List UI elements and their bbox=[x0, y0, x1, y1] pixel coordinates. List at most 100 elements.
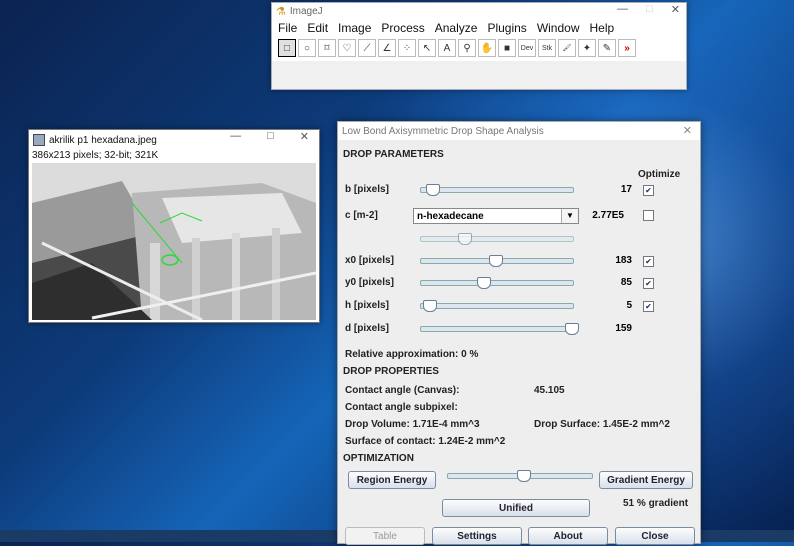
dialog-titlebar: Low Bond Axisymmetric Drop Shape Analysi… bbox=[338, 122, 700, 140]
relative-approximation: Relative approximation: 0 % bbox=[345, 349, 479, 360]
image-info: 386x213 pixels; 32-bit; 321K bbox=[32, 150, 159, 161]
menu-window[interactable]: Window bbox=[537, 21, 580, 35]
y0-optimize-checkbox[interactable]: ✔ bbox=[643, 278, 654, 289]
c-value: 2.77E5 bbox=[592, 210, 624, 221]
d-label: d [pixels] bbox=[345, 323, 389, 334]
y0-value: 85 bbox=[620, 277, 632, 288]
settings-button[interactable]: Settings bbox=[432, 527, 522, 545]
maximize-icon[interactable]: □ bbox=[267, 130, 274, 143]
hand-tool-icon[interactable]: ✋ bbox=[478, 39, 496, 57]
maximize-icon[interactable]: □ bbox=[646, 3, 653, 16]
dev-menu-icon[interactable]: Dev bbox=[518, 39, 536, 57]
point-tool-icon[interactable]: ⁘ bbox=[398, 39, 416, 57]
freehand-tool-icon[interactable]: ♡ bbox=[338, 39, 356, 57]
b-value: 17 bbox=[620, 184, 632, 195]
contact-angle-label: Contact angle (Canvas): bbox=[345, 385, 460, 396]
imagej-window: ⚗ ImageJ — □ ✕ File Edit Image Process A… bbox=[271, 2, 687, 90]
drop-image-canvas[interactable] bbox=[32, 163, 316, 320]
image-window-title: akrilik p1 hexadana.jpeg bbox=[49, 134, 157, 146]
image-file-icon bbox=[33, 134, 45, 146]
close-icon[interactable]: ✕ bbox=[683, 124, 692, 137]
contact-angle-subpixel: Contact angle subpixel: bbox=[345, 402, 458, 413]
imagej-statusbar bbox=[272, 61, 686, 85]
menu-analyze[interactable]: Analyze bbox=[435, 21, 478, 35]
drop-parameters-heading: DROP PARAMETERS bbox=[343, 149, 444, 160]
menu-edit[interactable]: Edit bbox=[307, 21, 328, 35]
more-tools-icon[interactable]: » bbox=[618, 39, 636, 57]
c-slider-track[interactable] bbox=[420, 236, 574, 242]
h-optimize-checkbox[interactable]: ✔ bbox=[643, 301, 654, 312]
h-value: 5 bbox=[626, 300, 632, 311]
drop-photo bbox=[32, 163, 316, 320]
drop-surface: Drop Surface: 1.45E-2 mm^2 bbox=[534, 419, 670, 430]
oval-tool-icon[interactable]: ○ bbox=[298, 39, 316, 57]
imagej-titlebar: ⚗ ImageJ — □ ✕ bbox=[272, 3, 686, 19]
surface-of-contact: Surface of contact: 1.24E-2 mm^2 bbox=[345, 436, 506, 447]
region-energy-button[interactable]: Region Energy bbox=[348, 471, 436, 489]
angle-tool-icon[interactable]: ∠ bbox=[378, 39, 396, 57]
d-slider-knob[interactable] bbox=[564, 323, 579, 335]
b-slider-knob[interactable] bbox=[425, 184, 440, 196]
menu-process[interactable]: Process bbox=[381, 21, 424, 35]
rectangle-tool-icon[interactable]: □ bbox=[278, 39, 296, 57]
c-slider-knob[interactable] bbox=[458, 233, 472, 245]
d-slider-track[interactable] bbox=[420, 326, 574, 332]
image-window-titlebar: akrilik p1 hexadana.jpeg — □ ✕ bbox=[29, 130, 319, 150]
imagej-logo-icon: ⚗ bbox=[276, 5, 286, 18]
optimization-heading: OPTIMIZATION bbox=[343, 453, 414, 464]
c-optimize-checkbox[interactable] bbox=[643, 210, 654, 221]
flood-fill-icon[interactable]: ✦ bbox=[578, 39, 596, 57]
liquid-select[interactable]: n-hexadecane ▼ bbox=[413, 208, 579, 224]
x0-value: 183 bbox=[615, 255, 632, 266]
d-value: 159 bbox=[615, 323, 632, 334]
y0-label: y0 [pixels] bbox=[345, 277, 394, 288]
c-label: c [m-2] bbox=[345, 210, 378, 221]
drop-properties-heading: DROP PROPERTIES bbox=[343, 366, 439, 377]
menu-image[interactable]: Image bbox=[338, 21, 371, 35]
drop-volume: Drop Volume: 1.71E-4 mm^3 bbox=[345, 419, 480, 430]
brush-tool-icon[interactable]: 🖌 bbox=[558, 39, 576, 57]
pencil-tool-icon[interactable]: ✎ bbox=[598, 39, 616, 57]
b-label: b [pixels] bbox=[345, 184, 389, 195]
optimize-heading: Optimize bbox=[638, 169, 681, 180]
gradient-energy-button[interactable]: Gradient Energy bbox=[599, 471, 693, 489]
h-slider-knob[interactable] bbox=[422, 300, 437, 312]
menu-help[interactable]: Help bbox=[590, 21, 615, 35]
gradient-slider-knob[interactable] bbox=[517, 470, 532, 482]
dialog-title: Low Bond Axisymmetric Drop Shape Analysi… bbox=[342, 125, 544, 137]
about-button[interactable]: About bbox=[528, 527, 608, 545]
color-picker-icon[interactable]: ■ bbox=[498, 39, 516, 57]
image-window: akrilik p1 hexadana.jpeg — □ ✕ 386x213 p… bbox=[28, 129, 320, 323]
imagej-title: ImageJ bbox=[289, 5, 323, 17]
y0-slider-track[interactable] bbox=[420, 280, 574, 286]
close-icon[interactable]: ✕ bbox=[300, 130, 309, 143]
x0-label: x0 [pixels] bbox=[345, 255, 394, 266]
magnifier-tool-icon[interactable]: ⚲ bbox=[458, 39, 476, 57]
contact-angle-value: 45.105 bbox=[534, 385, 565, 396]
text-tool-icon[interactable]: A bbox=[438, 39, 456, 57]
imagej-menubar: File Edit Image Process Analyze Plugins … bbox=[272, 19, 686, 37]
h-slider-track[interactable] bbox=[420, 303, 574, 309]
close-button[interactable]: Close bbox=[615, 527, 695, 545]
line-tool-icon[interactable]: ⟋ bbox=[358, 39, 376, 57]
minimize-icon[interactable]: — bbox=[230, 130, 241, 143]
polygon-tool-icon[interactable]: ⌑ bbox=[318, 39, 336, 57]
y0-slider-knob[interactable] bbox=[476, 277, 491, 289]
x0-slider-knob[interactable] bbox=[488, 255, 503, 267]
b-slider-track[interactable] bbox=[420, 187, 574, 193]
unified-button[interactable]: Unified bbox=[442, 499, 590, 517]
chevron-down-icon[interactable]: ▼ bbox=[561, 209, 578, 223]
menu-file[interactable]: File bbox=[278, 21, 297, 35]
stk-menu-icon[interactable]: Stk bbox=[538, 39, 556, 57]
minimize-icon[interactable]: — bbox=[617, 3, 628, 16]
close-icon[interactable]: ✕ bbox=[671, 3, 680, 16]
b-optimize-checkbox[interactable]: ✔ bbox=[643, 185, 654, 196]
imagej-toolbar: □ ○ ⌑ ♡ ⟋ ∠ ⁘ ↖ A ⚲ ✋ ■ Dev Stk 🖌 ✦ ✎» bbox=[272, 37, 686, 61]
x0-optimize-checkbox[interactable]: ✔ bbox=[643, 256, 654, 267]
wand-tool-icon[interactable]: ↖ bbox=[418, 39, 436, 57]
table-button[interactable]: Table bbox=[345, 527, 425, 545]
h-label: h [pixels] bbox=[345, 300, 389, 311]
menu-plugins[interactable]: Plugins bbox=[487, 21, 526, 35]
gradient-percentage: 51 % gradient bbox=[623, 498, 689, 509]
drop-shape-dialog: Low Bond Axisymmetric Drop Shape Analysi… bbox=[337, 121, 701, 545]
